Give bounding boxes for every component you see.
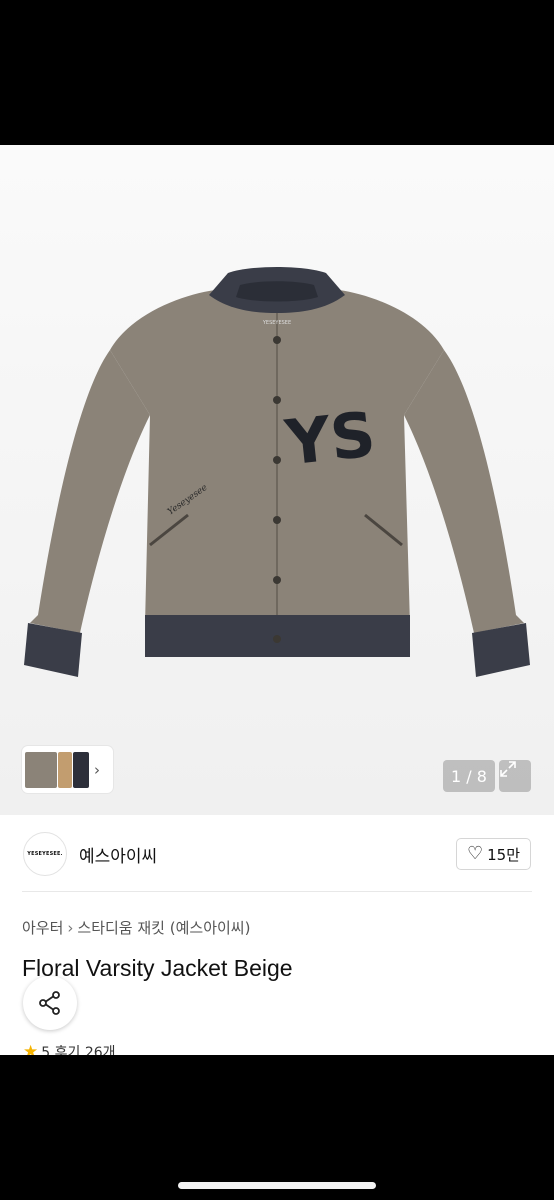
like-button[interactable]: ♡ 15만 (456, 838, 531, 870)
chevron-right-icon[interactable]: › (94, 761, 100, 779)
breadcrumb-subcategory[interactable]: 스타디움 재킷 (예스아이씨) (77, 919, 250, 937)
home-indicator[interactable] (178, 1182, 376, 1189)
share-button[interactable] (23, 976, 77, 1030)
thumbnail-navy[interactable] (73, 751, 89, 788)
brand-row: YESEYESEE. 예스아이씨 ♡ 15만 (0, 815, 554, 893)
thumbnail-tan[interactable] (58, 751, 72, 788)
top-black-bar (0, 0, 554, 145)
jacket-image: YS YESEYESEE Yeseyesee (24, 267, 530, 677)
heart-icon: ♡ (466, 843, 484, 864)
thumbnail-beige[interactable] (25, 751, 57, 788)
breadcrumb: 아우터 › 스타디움 재킷 (예스아이씨) (22, 917, 250, 938)
product-screen: YS YESEYESEE Yeseyesee › 1 / 8 YESEYESEE… (0, 145, 554, 1055)
divider (22, 891, 532, 892)
ys-patch: YS (281, 397, 379, 479)
breadcrumb-category[interactable]: 아우터 (22, 919, 63, 937)
brand-name[interactable]: 예스아이씨 (79, 842, 157, 867)
review-count: 후기 26개 (54, 1045, 116, 1055)
share-icon (39, 991, 60, 1015)
thumbnail-strip[interactable]: › (22, 746, 113, 793)
product-image[interactable]: YS YESEYESEE Yeseyesee › 1 / 8 (0, 145, 554, 815)
product-title: Floral Varsity Jacket Beige (22, 955, 293, 981)
brand-logo[interactable]: YESEYESEE. (23, 832, 67, 876)
neck-label: YESEYESEE (262, 320, 291, 326)
expand-icon (500, 761, 516, 777)
rating-value: 5 (41, 1045, 51, 1055)
image-pager: 1 / 8 (443, 760, 495, 792)
breadcrumb-separator-icon: › (67, 919, 74, 937)
like-count: 15만 (487, 845, 521, 864)
expand-button[interactable] (499, 760, 531, 792)
star-icon: ★ (23, 1042, 39, 1055)
rating-row[interactable]: ★ 5 후기 26개 (23, 1042, 116, 1055)
bottom-black-bar (0, 1055, 554, 1200)
